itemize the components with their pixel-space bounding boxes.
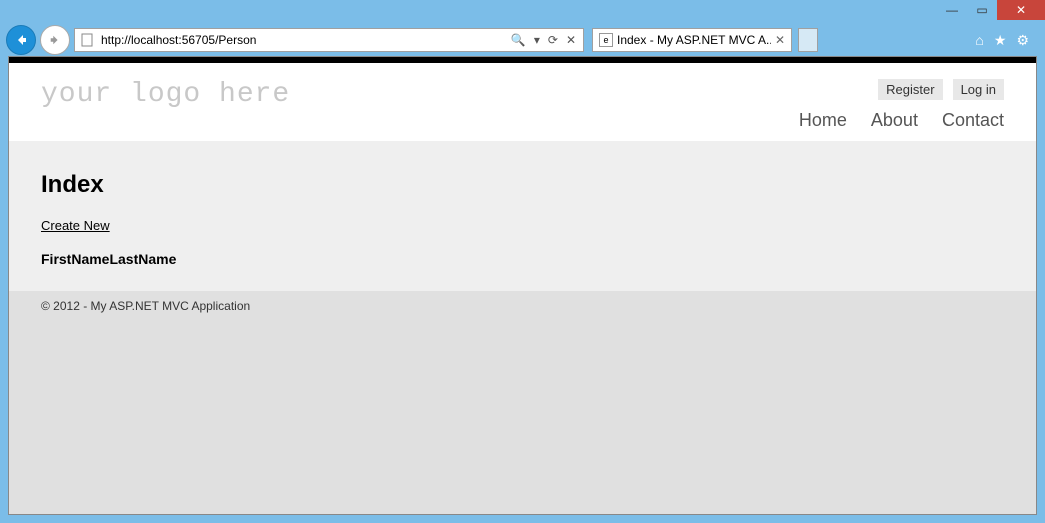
address-tools: 🔍 ▾ ⟳ ✕ bbox=[504, 33, 583, 47]
page-title: Index bbox=[41, 171, 1004, 199]
login-link[interactable]: Log in bbox=[953, 79, 1004, 100]
minimize-button[interactable]: — bbox=[937, 0, 967, 20]
url-input[interactable] bbox=[99, 33, 504, 47]
site-header: your logo here Register Log in Home Abou… bbox=[9, 63, 1036, 141]
main-content: Index Create New FirstNameLastName bbox=[9, 141, 1036, 291]
dropdown-icon[interactable]: ▾ bbox=[531, 33, 543, 47]
forward-button[interactable] bbox=[40, 25, 70, 55]
register-link[interactable]: Register bbox=[878, 79, 942, 100]
address-bar: 🔍 ▾ ⟳ ✕ bbox=[74, 28, 584, 52]
auth-links: Register Log in bbox=[878, 79, 1004, 100]
tab-close-icon[interactable]: ✕ bbox=[775, 33, 785, 47]
nav-home[interactable]: Home bbox=[799, 110, 847, 131]
refresh-icon[interactable]: ⟳ bbox=[545, 33, 561, 47]
search-icon[interactable]: 🔍 bbox=[508, 33, 529, 47]
column-lastname: LastName bbox=[109, 251, 176, 267]
create-new-link[interactable]: Create New bbox=[41, 218, 110, 233]
tab-favicon: e bbox=[599, 33, 613, 47]
titlebar: — ▭ ✕ bbox=[0, 0, 1045, 24]
table-header: FirstNameLastName bbox=[41, 251, 1004, 267]
new-tab-button[interactable] bbox=[798, 28, 818, 52]
nav-contact[interactable]: Contact bbox=[942, 110, 1004, 131]
toolbar-right: ⌂ ★ ⚙ bbox=[975, 32, 1039, 49]
tab-title: Index - My ASP.NET MVC A... bbox=[617, 33, 771, 47]
column-firstname: FirstName bbox=[41, 251, 109, 267]
page-content: your logo here Register Log in Home Abou… bbox=[8, 56, 1037, 515]
favorites-icon[interactable]: ★ bbox=[994, 32, 1007, 49]
browser-toolbar: 🔍 ▾ ⟳ ✕ e Index - My ASP.NET MVC A... ✕ … bbox=[0, 24, 1045, 56]
window-controls: — ▭ ✕ bbox=[937, 0, 1045, 20]
close-button[interactable]: ✕ bbox=[997, 0, 1045, 20]
site-logo[interactable]: your logo here bbox=[41, 79, 290, 110]
main-nav: Home About Contact bbox=[799, 110, 1004, 131]
home-icon[interactable]: ⌂ bbox=[975, 32, 983, 49]
back-button[interactable] bbox=[6, 25, 36, 55]
settings-icon[interactable]: ⚙ bbox=[1016, 32, 1029, 49]
page-icon bbox=[78, 31, 96, 49]
arrow-left-icon bbox=[14, 33, 28, 47]
header-right: Register Log in Home About Contact bbox=[799, 79, 1004, 131]
nav-about[interactable]: About bbox=[871, 110, 918, 131]
stop-icon[interactable]: ✕ bbox=[563, 33, 579, 47]
browser-tab[interactable]: e Index - My ASP.NET MVC A... ✕ bbox=[592, 28, 792, 52]
maximize-button[interactable]: ▭ bbox=[967, 0, 997, 20]
footer-text: © 2012 - My ASP.NET MVC Application bbox=[41, 299, 250, 313]
site-footer: © 2012 - My ASP.NET MVC Application bbox=[9, 291, 1036, 321]
browser-window: — ▭ ✕ 🔍 ▾ ⟳ ✕ e Index - My ASP.NET MVC bbox=[0, 0, 1045, 523]
arrow-right-icon bbox=[49, 34, 61, 46]
